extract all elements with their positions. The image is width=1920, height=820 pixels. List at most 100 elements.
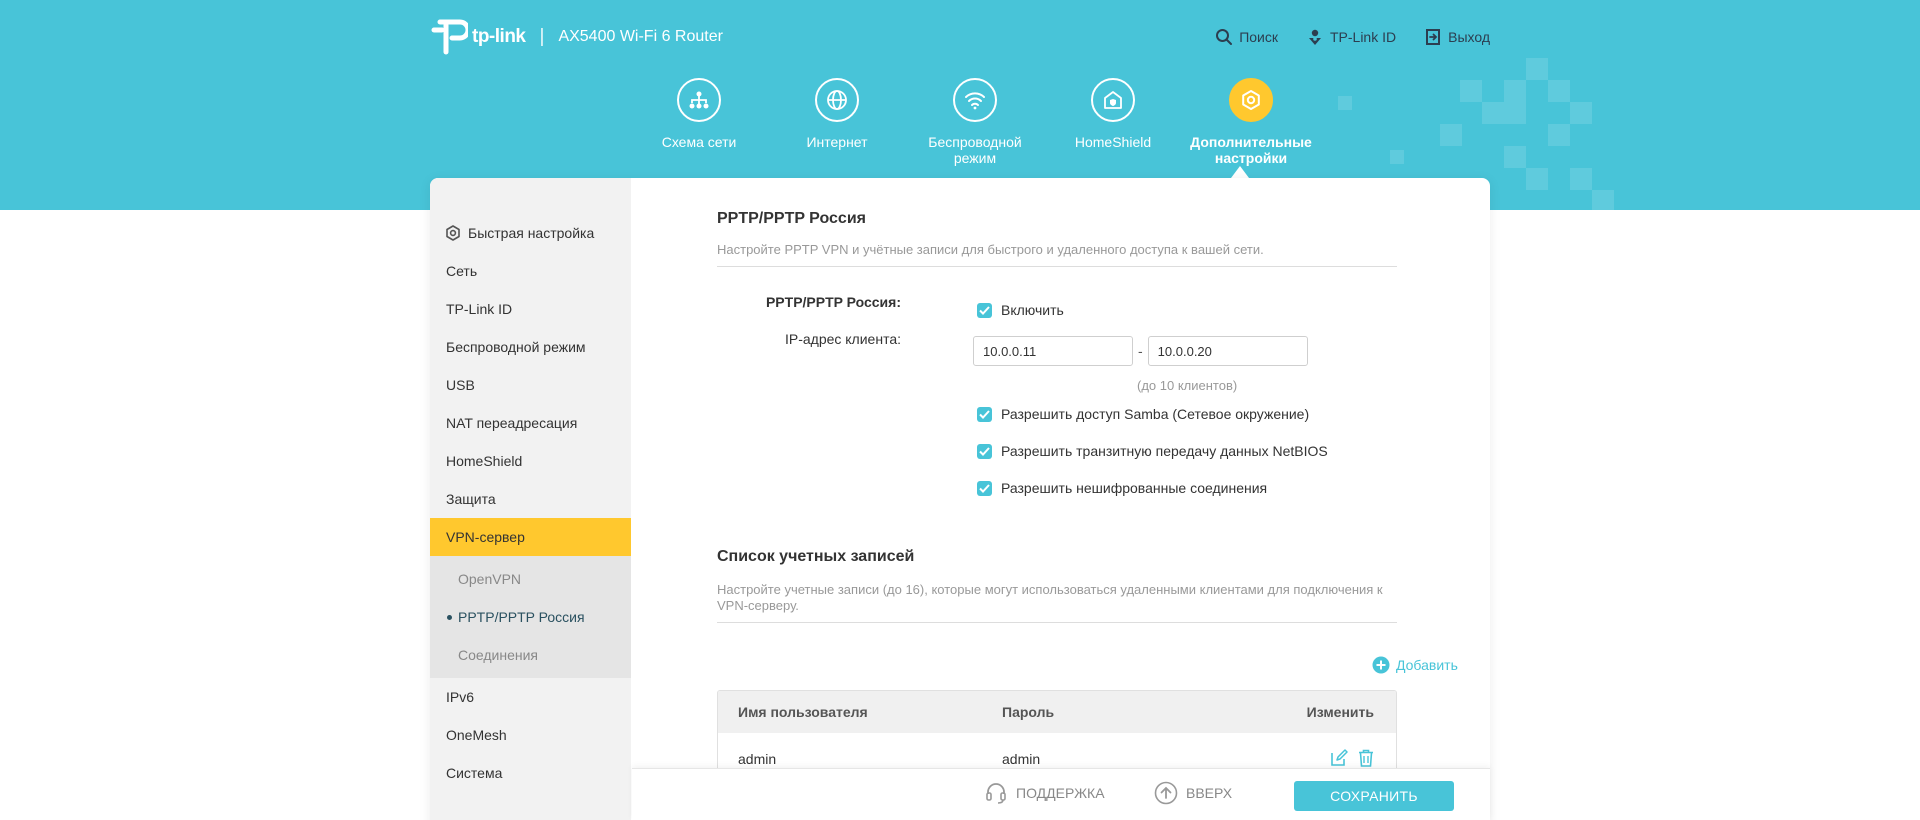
netbios-checkbox-label: Разрешить транзитную передачу данных Net… bbox=[1001, 443, 1328, 459]
sidebar-item-network[interactable]: Сеть bbox=[430, 252, 631, 290]
sidebar-item-label: IPv6 bbox=[446, 689, 475, 705]
active-nav-caret bbox=[1231, 166, 1249, 178]
logout-link-label: Выход bbox=[1448, 29, 1490, 45]
column-header-password: Пароль bbox=[1002, 704, 1055, 720]
sidebar-item-system[interactable]: Система bbox=[430, 754, 631, 792]
nav-advanced-label: Дополнительные настройки bbox=[1190, 134, 1312, 166]
main-navigation: Схема сети Интернет Беспроводной режим H… bbox=[630, 78, 1320, 166]
decor-pixel bbox=[1440, 124, 1462, 146]
headset-icon bbox=[986, 783, 1006, 804]
unencrypted-checkbox[interactable] bbox=[977, 480, 992, 496]
table-header: Имя пользователя Пароль Изменить bbox=[718, 691, 1396, 733]
vpn-submenu: OpenVPN PPTP/PPTP Россия Соединения bbox=[430, 556, 631, 678]
client-ip-end-input[interactable] bbox=[1147, 336, 1308, 366]
nav-homeshield[interactable]: HomeShield bbox=[1044, 78, 1182, 166]
tp-link-logo[interactable]: tp-link | AX5400 Wi-Fi 6 Router bbox=[430, 18, 723, 56]
sidebar-item-label: VPN-сервер bbox=[446, 529, 525, 545]
user-icon bbox=[1308, 29, 1321, 45]
sidebar-subitem-connections[interactable]: Соединения bbox=[430, 636, 631, 674]
row-actions bbox=[1282, 748, 1396, 770]
sidebar-item-usb[interactable]: USB bbox=[430, 366, 631, 404]
nav-wireless[interactable]: Беспроводной режим bbox=[906, 78, 1044, 166]
brand-name: tp-link bbox=[472, 26, 526, 47]
arrow-up-icon bbox=[1154, 781, 1178, 805]
sidebar-item-nat-forwarding[interactable]: NAT переадресация bbox=[430, 404, 631, 442]
option-unencrypted[interactable]: Разрешить нешифрованные соединения bbox=[977, 480, 1267, 496]
search-link[interactable]: Поиск bbox=[1215, 28, 1278, 46]
pptp-enable-control[interactable]: Включить bbox=[977, 302, 1064, 318]
trash-icon[interactable] bbox=[1358, 749, 1374, 770]
edit-icon[interactable] bbox=[1330, 748, 1348, 770]
homeshield-icon bbox=[1091, 78, 1135, 122]
pptp-enable-label: PPTP/PPTP Россия: bbox=[765, 294, 901, 310]
tplink-id-link-label: TP-Link ID bbox=[1329, 29, 1397, 45]
decor-pixel bbox=[1504, 80, 1526, 124]
nav-wireless-label: Беспроводной режим bbox=[928, 134, 1022, 166]
sidebar-item-security[interactable]: Защита bbox=[430, 480, 631, 518]
enable-checkbox-label: Включить bbox=[1001, 302, 1064, 318]
top-navigation: Поиск TP-Link ID Выход bbox=[1215, 28, 1490, 46]
tplink-id-link[interactable]: TP-Link ID bbox=[1306, 28, 1396, 46]
column-header-username: Имя пользователя bbox=[738, 704, 868, 720]
ip-range-dash: - bbox=[1138, 343, 1143, 359]
gear-icon bbox=[1229, 78, 1273, 122]
logout-icon bbox=[1426, 29, 1441, 45]
sidebar-item-vpn-server[interactable]: VPN-сервер bbox=[430, 518, 631, 556]
sidebar-item-label: Защита bbox=[446, 491, 496, 507]
accounts-section: Список учетных записей Настройте учетные… bbox=[717, 548, 1397, 623]
sidebar-subitem-label: Соединения bbox=[458, 647, 539, 663]
sidebar-item-label: NAT переадресация bbox=[446, 415, 578, 431]
row-username: admin bbox=[738, 751, 777, 767]
support-button[interactable]: ПОДДЕРЖКА bbox=[984, 781, 1105, 805]
row-password: admin bbox=[1002, 751, 1041, 767]
sidebar-item-ipv6[interactable]: IPv6 bbox=[430, 678, 631, 716]
sidebar-item-quick-setup[interactable]: Быстрая настройка bbox=[430, 214, 631, 252]
accounts-section-title: Список учетных записей bbox=[717, 548, 915, 565]
support-button-label: ПОДДЕРЖКА bbox=[1016, 785, 1105, 801]
save-button[interactable]: СОХРАНИТЬ bbox=[1294, 781, 1454, 811]
decor-pixel bbox=[1548, 124, 1570, 146]
search-link-label: Поиск bbox=[1239, 29, 1278, 45]
sidebar: Быстрая настройка Сеть TP-Link ID Беспро… bbox=[430, 178, 631, 820]
router-model: AX5400 Wi-Fi 6 Router bbox=[558, 28, 723, 45]
client-ip-hint: (до 10 клиентов) bbox=[1137, 378, 1238, 393]
quick-setup-icon bbox=[446, 225, 460, 241]
sidebar-item-homeshield[interactable]: HomeShield bbox=[430, 442, 631, 480]
decor-pixel bbox=[1390, 150, 1404, 164]
logout-link[interactable]: Выход bbox=[1424, 28, 1490, 46]
option-netbios[interactable]: Разрешить транзитную передачу данных Net… bbox=[977, 443, 1328, 459]
samba-checkbox[interactable] bbox=[977, 406, 992, 422]
option-samba[interactable]: Разрешить доступ Samba (Сетевое окружени… bbox=[977, 406, 1309, 422]
sidebar-subitem-label: OpenVPN bbox=[458, 571, 522, 587]
decor-pixel bbox=[1460, 80, 1482, 102]
decor-pixel bbox=[1482, 102, 1504, 124]
nav-internet[interactable]: Интернет bbox=[768, 78, 906, 166]
nav-homeshield-label: HomeShield bbox=[1074, 134, 1152, 150]
scroll-up-button[interactable]: ВВЕРХ bbox=[1154, 781, 1232, 805]
netbios-checkbox[interactable] bbox=[977, 443, 992, 459]
sidebar-item-label: Система bbox=[446, 765, 503, 781]
plus-circle-icon bbox=[1372, 656, 1390, 674]
client-ip-start-input[interactable] bbox=[973, 336, 1133, 366]
settings-card: Быстрая настройка Сеть TP-Link ID Беспро… bbox=[430, 178, 1490, 820]
add-account-label: Добавить bbox=[1396, 657, 1458, 673]
pptp-section-description: Настройте PPTP VPN и учётные записи для … bbox=[717, 242, 1397, 267]
sidebar-item-onemesh[interactable]: OneMesh bbox=[430, 716, 631, 754]
nav-network-map[interactable]: Схема сети bbox=[630, 78, 768, 166]
sidebar-item-label: OneMesh bbox=[446, 727, 507, 743]
unencrypted-checkbox-label: Разрешить нешифрованные соединения bbox=[1001, 480, 1268, 496]
decor-pixel bbox=[1526, 58, 1548, 80]
tp-link-logo-icon bbox=[430, 18, 471, 56]
scroll-up-label: ВВЕРХ bbox=[1186, 785, 1233, 801]
decor-pixel bbox=[1570, 102, 1592, 124]
sidebar-subitem-label: PPTP/PPTP Россия bbox=[458, 609, 585, 625]
enable-checkbox[interactable] bbox=[977, 302, 992, 318]
sidebar-item-label: Сеть bbox=[446, 263, 478, 279]
pptp-section-title: PPTP/PPTP Россия bbox=[717, 210, 866, 227]
main-content: PPTP/PPTP Россия Настройте PPTP VPN и уч… bbox=[631, 178, 1490, 820]
nav-advanced[interactable]: Дополнительные настройки bbox=[1182, 78, 1320, 166]
decor-pixel bbox=[1592, 190, 1614, 210]
sidebar-subitem-pptp[interactable]: PPTP/PPTP Россия bbox=[430, 598, 631, 636]
add-account-button[interactable]: Добавить bbox=[1372, 656, 1458, 674]
sidebar-subitem-openvpn[interactable]: OpenVPN bbox=[430, 560, 631, 598]
